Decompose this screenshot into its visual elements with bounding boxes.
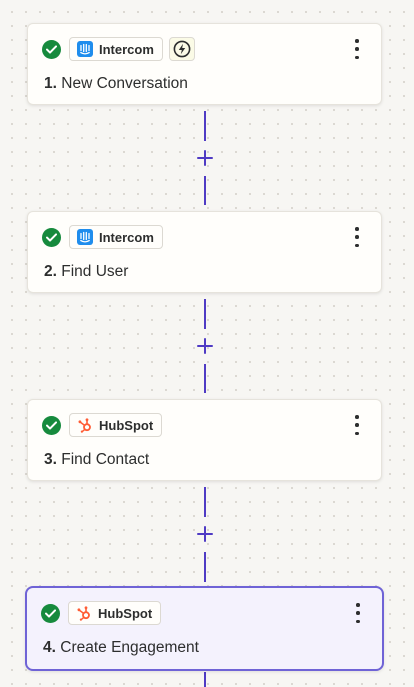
app-chip[interactable]: HubSpot <box>69 413 163 437</box>
connector-line <box>204 552 206 582</box>
more-vertical-icon[interactable] <box>352 227 362 247</box>
connector-line <box>204 672 206 687</box>
check-circle-icon <box>41 603 60 623</box>
step-title: 4. Create Engagement <box>43 639 199 656</box>
hubspot-logo-icon <box>77 606 90 621</box>
plus-icon <box>197 150 213 166</box>
check-circle-icon <box>42 227 61 247</box>
intercom-logo-icon <box>77 41 93 57</box>
connector-line <box>204 176 206 205</box>
hubspot-logo-icon <box>78 418 91 433</box>
connector-line <box>204 364 206 393</box>
connector-line <box>204 111 206 141</box>
step-title: 1. New Conversation <box>44 75 188 92</box>
step-card-3[interactable]: HubSpot 3. Find Contact <box>27 399 382 481</box>
connector-line <box>204 299 206 329</box>
app-name: HubSpot <box>98 605 153 621</box>
more-vertical-icon[interactable] <box>352 39 362 59</box>
app-chip[interactable]: HubSpot <box>68 601 162 625</box>
app-name: Intercom <box>99 229 154 245</box>
more-vertical-icon[interactable] <box>353 603 363 623</box>
step-title: 2. Find User <box>44 263 129 280</box>
step-card-2[interactable]: Intercom 2. Find User <box>27 211 382 293</box>
trigger-badge <box>168 37 195 61</box>
app-name: Intercom <box>99 41 154 57</box>
step-card-1[interactable]: Intercom 1. New Conversation <box>27 23 382 105</box>
app-name: HubSpot <box>99 417 154 433</box>
app-chip[interactable]: Intercom <box>69 225 163 249</box>
add-step-button[interactable] <box>196 337 214 355</box>
add-step-button[interactable] <box>196 149 214 167</box>
more-vertical-icon[interactable] <box>352 415 362 435</box>
add-step-button[interactable] <box>196 525 214 543</box>
plus-icon <box>197 338 213 354</box>
lightning-bolt-icon <box>173 40 191 58</box>
intercom-logo-icon <box>77 229 93 245</box>
connector-line <box>204 487 206 517</box>
step-title: 3. Find Contact <box>44 451 150 468</box>
check-circle-icon <box>42 39 61 59</box>
app-chip[interactable]: Intercom <box>69 37 163 61</box>
plus-icon <box>197 526 213 542</box>
check-circle-icon <box>42 415 61 435</box>
step-card-4[interactable]: HubSpot 4. Create Engagement <box>25 586 384 671</box>
